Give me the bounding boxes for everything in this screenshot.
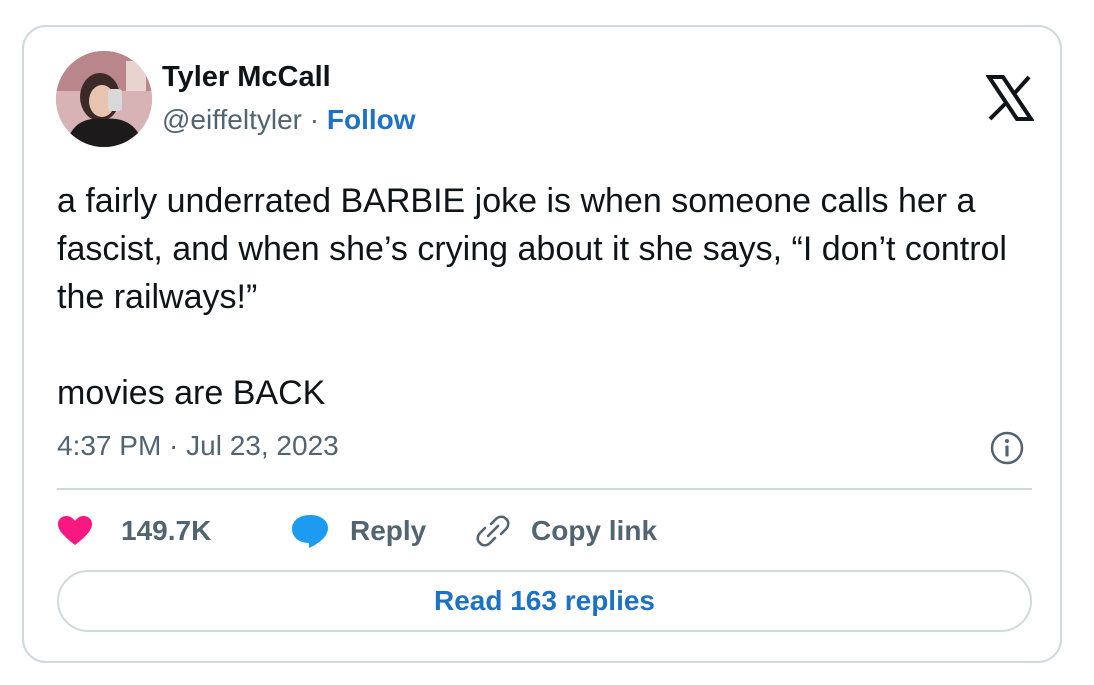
link-icon xyxy=(476,515,510,547)
author-handle[interactable]: @eiffeltyler xyxy=(162,104,302,135)
info-icon[interactable] xyxy=(990,431,1024,465)
avatar[interactable] xyxy=(56,51,152,147)
like-button[interactable]: 149.7K xyxy=(57,508,211,554)
author-handle-row: @eiffeltyler · Follow xyxy=(162,103,416,137)
x-logo-icon[interactable] xyxy=(986,75,1034,121)
handle-separator: · xyxy=(301,104,327,135)
read-replies-button[interactable]: Read 163 replies xyxy=(57,570,1032,632)
tweet-card: Tyler McCall @eiffeltyler · Follow a fai… xyxy=(22,25,1062,663)
like-count: 149.7K xyxy=(121,515,212,546)
tweet-text: a fairly underrated BARBIE joke is when … xyxy=(57,182,1007,412)
reply-button[interactable]: Reply xyxy=(290,508,426,554)
reply-label: Reply xyxy=(350,515,427,546)
divider xyxy=(57,488,1032,490)
heart-icon xyxy=(58,516,92,545)
profile-photo-icon xyxy=(56,51,152,147)
copy-link-button[interactable]: Copy link xyxy=(475,508,657,554)
reply-bubble-icon xyxy=(292,515,328,548)
follow-button[interactable]: Follow xyxy=(327,104,416,135)
read-replies-label: Read 163 replies xyxy=(433,585,656,616)
tweet-timestamp[interactable]: 4:37 PM · Jul 23, 2023 xyxy=(57,429,339,463)
copy-link-label: Copy link xyxy=(531,515,658,546)
author-name[interactable]: Tyler McCall xyxy=(162,60,331,94)
